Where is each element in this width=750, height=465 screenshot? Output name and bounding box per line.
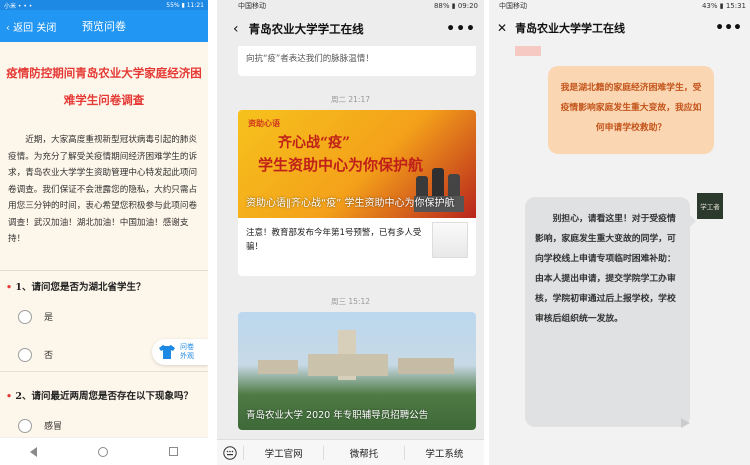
- required-marker: •: [6, 281, 13, 293]
- bubble-tail: [690, 215, 696, 227]
- timestamp: 周二 21:17: [331, 95, 370, 104]
- article-feed-screen: 中国移动 88% ▮ 09:20 ‹ 青岛农业大学学工在线 ••• 向抗“疫”者…: [217, 0, 484, 465]
- float-label-line2: 外观: [180, 352, 194, 360]
- back-close-button[interactable]: ‹ 返回 关闭: [6, 19, 56, 34]
- radio-button[interactable]: [18, 418, 32, 433]
- play-icon: [681, 418, 690, 428]
- banner-subheadline: 学生资助中心为你保护航: [258, 156, 424, 174]
- float-label-line1: 问卷: [180, 343, 194, 351]
- back-nav-icon[interactable]: [30, 446, 38, 457]
- close-icon[interactable]: ✕: [497, 21, 507, 35]
- keyboard-icon[interactable]: [217, 445, 243, 460]
- avatar: [515, 46, 541, 56]
- survey-appearance-button[interactable]: 问卷 外观: [152, 339, 208, 365]
- option-label: 感冒: [44, 422, 63, 432]
- nav-bar: ‹ 返回 关闭 预览问卷: [0, 10, 208, 42]
- home-nav-icon[interactable]: [97, 446, 108, 457]
- menu-item-system[interactable]: 学工系统: [403, 445, 484, 460]
- system-nav-bar: [0, 437, 208, 465]
- recents-nav-icon[interactable]: [168, 447, 178, 456]
- question-bubble: 我是湖北籍的家庭经济困难学生，受疫情影响家庭发生重大变故，我应如何申请学校救助？: [548, 66, 714, 154]
- nav-bar: ✕ 青岛农业大学学工在线 •••: [489, 12, 750, 44]
- nav-title: 青岛农业大学学工在线: [515, 22, 626, 35]
- menu-item-weibangtuo[interactable]: 微帮托: [323, 445, 403, 460]
- status-bar: 中国移动 88% ▮ 09:20: [217, 0, 484, 12]
- survey-screen: 小米 • • • 55% ▮ 11:21 ‹ 返回 关闭 预览问卷 疫情防控期间…: [0, 0, 208, 465]
- campus-photo[interactable]: 青岛农业大学 2020 年专职辅导员招聘公告: [238, 312, 476, 430]
- question-1-label: 1、请问您是否为湖北省学生？: [15, 281, 146, 293]
- option-label: 是: [44, 313, 54, 323]
- status-left: 中国移动: [499, 2, 527, 10]
- side-building: [398, 358, 454, 374]
- status-right: 43% ▮ 15:31: [701, 2, 746, 10]
- screenshot-collage: 小米 • • • 55% ▮ 11:21 ‹ 返回 关闭 预览问卷 疫情防控期间…: [0, 0, 750, 465]
- shirt-icon: [159, 345, 175, 359]
- survey-title: 疫情防控期间青岛农业大学家庭经济困难学生问卷调查: [6, 66, 202, 107]
- timestamp: 周三 15:12: [331, 297, 370, 306]
- banner-caption: 资助心语‖齐心战“疫” 学生资助中心为你保护航: [246, 198, 455, 209]
- option-label: 否: [44, 351, 54, 361]
- avatar[interactable]: 学工者: [697, 193, 723, 219]
- chat-screen: 中国移动 43% ▮ 15:31 ✕ 青岛农业大学学工在线 ••• 我是湖北籍的…: [489, 0, 750, 465]
- menu-item-official-site[interactable]: 学工官网: [243, 445, 323, 460]
- main-building: [308, 354, 388, 376]
- question-1: • 1、请问您是否为湖北省学生？: [6, 281, 202, 295]
- status-left: 小米 • • •: [4, 2, 33, 10]
- gap: [208, 0, 217, 465]
- divider: [0, 269, 208, 271]
- status-right: 88% ▮ 09:20: [433, 2, 478, 10]
- question-2-label: 2、请问最近两周您是否存在以下现象吗？: [15, 390, 194, 402]
- status-right: 55% ▮ 11:21: [166, 1, 204, 9]
- required-marker: •: [6, 390, 13, 402]
- account-menu-bar: 学工官网 微帮托 学工系统: [217, 439, 484, 465]
- sub-article-thumbnail: [432, 222, 468, 258]
- more-icon[interactable]: •••: [446, 21, 476, 37]
- article-banner[interactable]: 资助心语 齐心战“疫” 学生资助中心为你保护航 资助心语‖齐心战“疫” 学生资助…: [238, 110, 476, 218]
- article-card-1[interactable]: 资助心语 齐心战“疫” 学生资助中心为你保护航 资助心语‖齐心战“疫” 学生资助…: [238, 110, 476, 276]
- answer-bubble: 别担心，请看这里！对于受疫情影响，家庭发生重大变故的同学，可向学校线上申请专项临…: [525, 197, 690, 427]
- survey-intro: 近期，大家高度重视新型冠状病毒引起的肺炎疫情。为充分了解受关疫情期间经济困难学生…: [8, 135, 198, 244]
- option-yes[interactable]: 是: [18, 301, 208, 333]
- nav-bar: ‹ 青岛农业大学学工在线 •••: [217, 12, 484, 46]
- status-bar: 中国移动 43% ▮ 15:31: [489, 0, 750, 12]
- status-left: 中国移动: [238, 2, 266, 10]
- side-building: [258, 360, 298, 374]
- article-card-previous[interactable]: 向抗“疫”者表达我们的脉脉温情！: [238, 46, 476, 76]
- nav-title: 青岛农业大学学工在线: [248, 22, 364, 36]
- radio-button[interactable]: [18, 309, 32, 324]
- more-icon[interactable]: •••: [715, 20, 742, 36]
- banner-headline: 齐心战“疫”: [278, 135, 351, 151]
- question-2: • 2、请问最近两周您是否存在以下现象吗？: [6, 390, 202, 404]
- radio-button[interactable]: [18, 347, 32, 362]
- status-bar: 小米 • • • 55% ▮ 11:21: [0, 0, 208, 10]
- article-title: 向抗“疫”者表达我们的脉脉温情！: [246, 54, 374, 64]
- banner-caption: 青岛农业大学 2020 年专职辅导员招聘公告: [246, 410, 429, 421]
- article-card-2[interactable]: 青岛农业大学 2020 年专职辅导员招聘公告: [238, 312, 476, 430]
- banner-tag: 资助心语: [248, 119, 280, 128]
- sub-article-title: 注意！教育部发布今年第1号预警，已有多人受骗！: [246, 228, 422, 252]
- float-button-label: 问卷 外观: [180, 343, 194, 361]
- sub-article-row[interactable]: 注意！教育部发布今年第1号预警，已有多人受骗！: [238, 218, 476, 262]
- back-icon[interactable]: ‹: [233, 21, 239, 37]
